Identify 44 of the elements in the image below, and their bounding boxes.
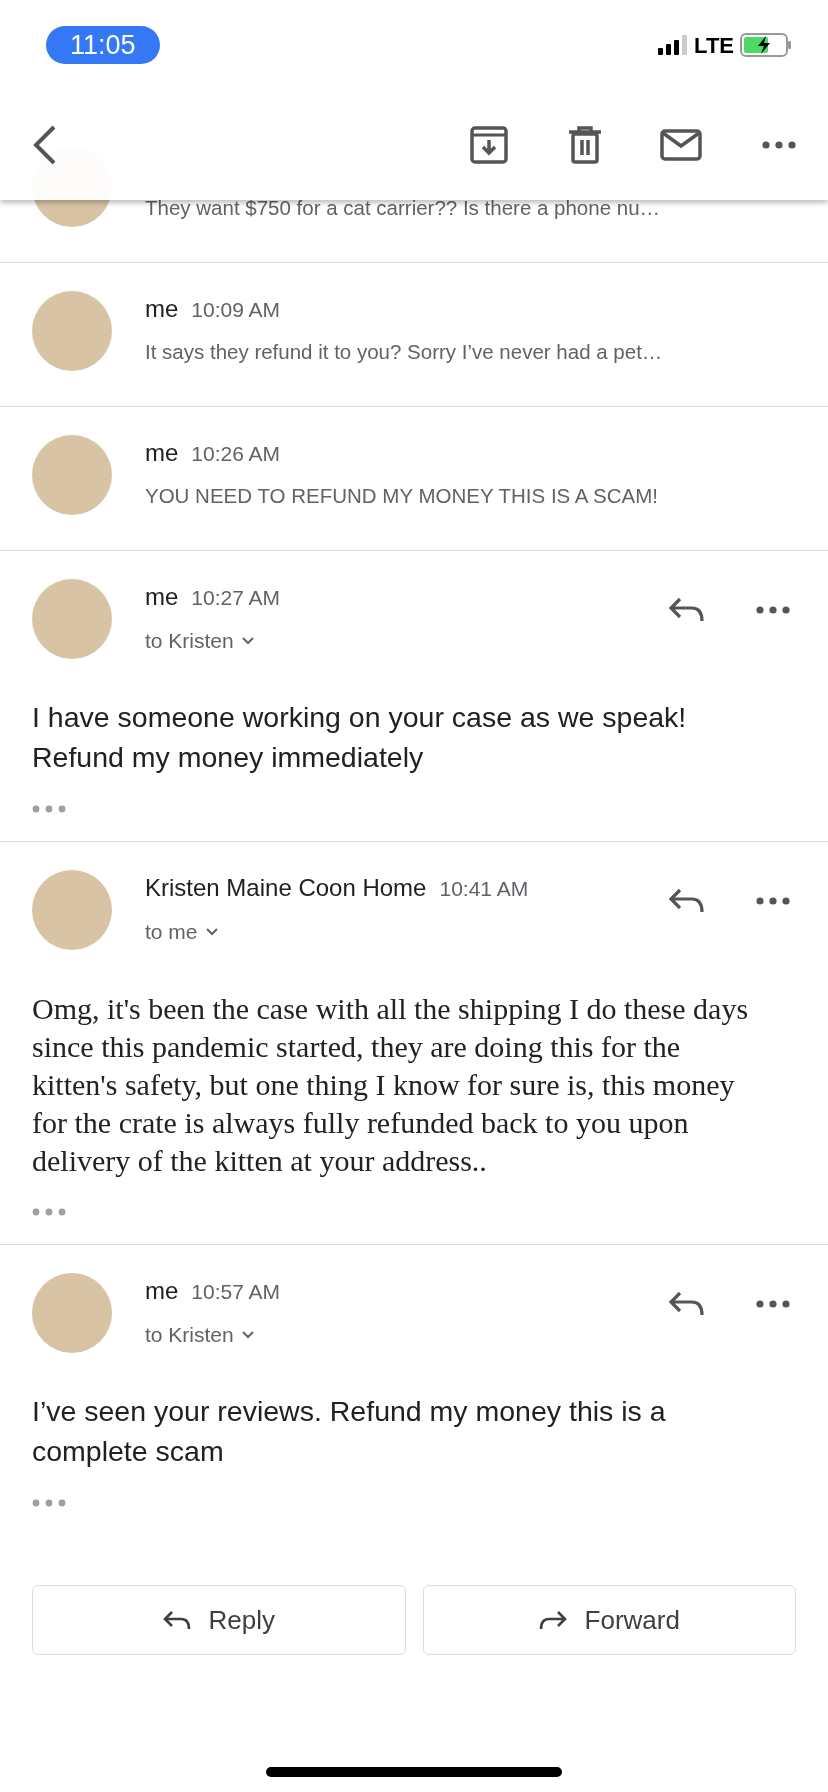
- chevron-down-icon: [205, 927, 218, 936]
- mail-icon[interactable]: [660, 129, 702, 161]
- message-preview: YOU NEED TO REFUND MY MONEY THIS IS A SCAM!: [145, 483, 658, 509]
- reply-icon: [162, 1610, 191, 1630]
- trash-icon[interactable]: [568, 126, 602, 164]
- show-trimmed-icon[interactable]: [32, 1208, 66, 1216]
- recipient-dropdown[interactable]: to Kristen: [145, 625, 254, 657]
- signal-icon: [658, 35, 689, 55]
- status-time: 11:05: [46, 26, 160, 64]
- message-body: I have someone working on your case as we speak! Refund my money immediately: [32, 700, 688, 775]
- message-body: Omg, it's been the case with all the shipping I do these days since this pandemic started, they are doing this for the kitten's safety, but one thing I know for sure is, this money for the crate is always fully refunded back to you upon delivery of the kitten at your address..: [32, 991, 750, 1179]
- chevron-down-icon: [241, 636, 254, 645]
- forward-icon: [538, 1610, 567, 1630]
- sender-name: me: [145, 438, 179, 468]
- message-time: 10:57 AM: [191, 1279, 281, 1305]
- message-preview: They want $750 for a cat carrier?? Is there a phone nu…: [145, 195, 661, 221]
- forward-button[interactable]: Forward: [422, 1585, 796, 1655]
- sender-name: me: [145, 294, 179, 324]
- archive-icon[interactable]: [470, 126, 508, 164]
- recipient-dropdown[interactable]: to me: [145, 916, 218, 948]
- message-time: 10:41 AM: [439, 876, 529, 902]
- more-icon[interactable]: [756, 1300, 790, 1308]
- back-icon[interactable]: [32, 125, 56, 165]
- reply-icon[interactable]: [668, 888, 704, 914]
- sender-name: me: [145, 1276, 179, 1306]
- reply-button[interactable]: Reply: [32, 1585, 406, 1655]
- sender-name: Kristen Maine Coon Home: [145, 873, 427, 903]
- more-icon[interactable]: [762, 141, 796, 149]
- message-time: 10:27 AM: [191, 585, 281, 611]
- chevron-down-icon: [241, 1330, 254, 1339]
- show-trimmed-icon[interactable]: [32, 805, 66, 813]
- more-icon[interactable]: [756, 606, 790, 614]
- show-trimmed-icon[interactable]: [32, 1499, 66, 1507]
- reply-icon[interactable]: [668, 597, 704, 623]
- message-body: I’ve seen your reviews. Refund my money this is a complete scam: [32, 1394, 667, 1469]
- message-time: 10:26 AM: [191, 441, 281, 467]
- recipient-dropdown[interactable]: to Kristen: [145, 1319, 254, 1351]
- more-icon[interactable]: [756, 897, 790, 905]
- battery-charging-icon: [740, 33, 792, 57]
- network-label: LTE: [694, 31, 734, 60]
- message-time: 10:09 AM: [191, 297, 281, 323]
- sender-name: me: [145, 582, 179, 612]
- reply-icon[interactable]: [668, 1291, 704, 1317]
- message-preview: It says they refund it to you? Sorry I’ve never had a pet…: [145, 339, 663, 365]
